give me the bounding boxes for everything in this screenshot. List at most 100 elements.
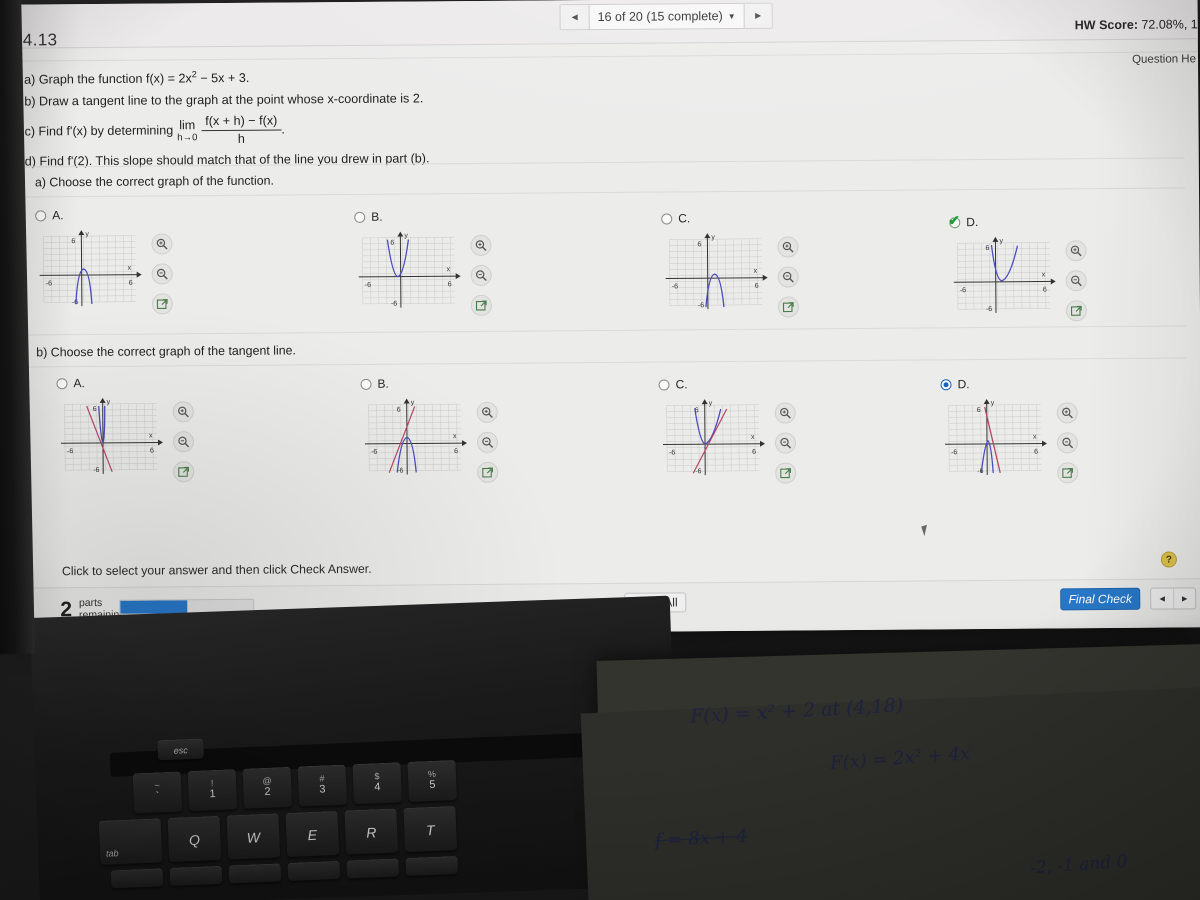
popout-icon[interactable] bbox=[173, 461, 195, 483]
zoom-out-icon[interactable] bbox=[470, 264, 492, 287]
question-nav-dropdown[interactable]: 16 of 20 (15 complete) ▼ bbox=[588, 3, 744, 30]
key-t[interactable]: T bbox=[403, 805, 458, 853]
part-a-option-D-letter: D. bbox=[966, 215, 979, 230]
part-a-option-A[interactable]: A. y x -6 6 6 -6 bbox=[35, 207, 173, 315]
key-caps[interactable] bbox=[110, 868, 164, 889]
part-b-option-D-head[interactable]: D. bbox=[940, 376, 1077, 391]
graph-part-b-B[interactable]: y x -6 6 6 -6 bbox=[361, 396, 470, 484]
part-a-option-A-head[interactable]: A. bbox=[35, 207, 172, 222]
key-e[interactable]: E bbox=[285, 810, 340, 858]
part-a-option-D-head[interactable]: ✔ D. bbox=[948, 212, 1086, 230]
graph-tools-part-b-D[interactable] bbox=[1056, 396, 1079, 484]
graph-svg-parabola-with-negative-tangent: y x -6 6 6 -6 bbox=[60, 397, 163, 474]
zoom-in-icon[interactable] bbox=[777, 236, 799, 258]
graph-tools-part-b-A[interactable] bbox=[172, 395, 195, 483]
graph-tools-part-a-B[interactable] bbox=[470, 229, 492, 317]
graph-tools-part-a-D[interactable] bbox=[1065, 234, 1088, 322]
prev-question-button[interactable]: ◄ bbox=[560, 5, 589, 30]
graph-part-a-C[interactable]: y x -6 6 6 -6 bbox=[661, 231, 770, 319]
zoom-in-icon[interactable] bbox=[1065, 240, 1087, 262]
problem-c-prefix: c) Find f'(x) by determining bbox=[24, 123, 174, 139]
question-nav-group[interactable]: ◄ 16 of 20 (15 complete) ▼ ► bbox=[559, 2, 773, 31]
zoom-out-icon[interactable] bbox=[151, 263, 173, 285]
popout-icon[interactable] bbox=[777, 296, 800, 318]
key-3[interactable]: # 3 bbox=[297, 764, 348, 807]
graph-part-a-A[interactable]: y x -6 6 6 -6 bbox=[35, 228, 144, 316]
zoom-in-icon[interactable] bbox=[476, 401, 498, 423]
graph-tools-part-b-C[interactable] bbox=[774, 396, 797, 484]
key-1[interactable]: ! 1 bbox=[187, 769, 238, 812]
radio-part-b-C[interactable] bbox=[658, 378, 670, 391]
popout-icon[interactable] bbox=[1065, 300, 1088, 322]
final-check-button[interactable]: Final Check bbox=[1060, 587, 1141, 611]
part-a-option-D[interactable]: ✔ D. y x -6 6 6 -6 bbox=[948, 212, 1088, 322]
key-4[interactable]: $ 4 bbox=[352, 762, 403, 805]
key-r[interactable]: R bbox=[344, 808, 399, 855]
graph-part-b-C[interactable]: y x -6 6 6 -6 bbox=[659, 397, 768, 485]
footer-next-button[interactable]: ► bbox=[1173, 588, 1196, 609]
question-help-button[interactable]: Question He bbox=[1132, 53, 1196, 66]
popout-icon[interactable] bbox=[470, 294, 492, 317]
part-a-option-C-head[interactable]: C. bbox=[661, 210, 798, 225]
keyboard-function-row[interactable]: esc bbox=[157, 738, 205, 761]
key-backtick[interactable]: ~ ` bbox=[132, 771, 183, 814]
radio-part-a-B[interactable] bbox=[354, 211, 366, 223]
graph-tools-part-a-A[interactable] bbox=[151, 227, 173, 315]
key-5[interactable]: % 5 bbox=[407, 759, 458, 802]
radio-part-b-B[interactable] bbox=[360, 378, 372, 390]
part-b-option-B[interactable]: B. y x -6 6 6 -6 bbox=[360, 376, 499, 484]
zoom-in-icon[interactable] bbox=[151, 233, 173, 255]
key-q[interactable]: Q bbox=[167, 815, 222, 862]
footer-nav-group[interactable]: ◄ ► bbox=[1150, 587, 1197, 610]
part-b-option-C-head[interactable]: C. bbox=[658, 376, 795, 391]
key-g[interactable] bbox=[405, 855, 459, 877]
key-esc[interactable]: esc bbox=[157, 738, 205, 761]
part-b-option-A[interactable]: A. y x -6 6 6 -6 bbox=[56, 375, 195, 483]
zoom-out-icon[interactable] bbox=[774, 432, 797, 454]
radio-part-b-D[interactable] bbox=[940, 378, 952, 390]
radio-part-a-C[interactable] bbox=[661, 212, 673, 225]
part-a-option-B-head[interactable]: B. bbox=[354, 209, 491, 224]
key-f[interactable] bbox=[346, 858, 400, 879]
radio-part-a-D[interactable]: ✔ bbox=[948, 212, 961, 228]
part-a-option-B[interactable]: B. y x -6 6 6 -6 bbox=[354, 209, 492, 317]
zoom-out-icon[interactable] bbox=[476, 431, 499, 453]
svg-text:-6: -6 bbox=[986, 306, 992, 313]
graph-part-a-B[interactable]: y x -6 6 6 -6 bbox=[354, 229, 463, 317]
svg-text:-6: -6 bbox=[977, 468, 983, 475]
zoom-out-icon[interactable] bbox=[1065, 270, 1087, 292]
zoom-out-icon[interactable] bbox=[1056, 432, 1079, 454]
zoom-out-icon[interactable] bbox=[777, 266, 799, 288]
popout-icon[interactable] bbox=[1057, 462, 1079, 484]
key-tab[interactable]: tab bbox=[98, 818, 163, 865]
radio-part-b-A[interactable] bbox=[56, 377, 68, 389]
part-a-option-C[interactable]: C. y x -6 6 6 -6 bbox=[661, 210, 800, 319]
graph-part-a-D[interactable]: y x -6 6 6 -6 bbox=[949, 234, 1058, 322]
part-b-option-D[interactable]: D. y x -6 6 6 -6 bbox=[940, 376, 1079, 484]
help-badge-icon[interactable]: ? bbox=[1160, 551, 1177, 568]
graph-tools-part-b-B[interactable] bbox=[476, 396, 499, 483]
zoom-out-icon[interactable] bbox=[172, 431, 195, 453]
key-2[interactable]: @ 2 bbox=[242, 766, 293, 809]
zoom-in-icon[interactable] bbox=[1056, 402, 1078, 424]
popout-icon[interactable] bbox=[151, 293, 173, 315]
key-s[interactable] bbox=[228, 863, 282, 884]
next-question-button[interactable]: ► bbox=[743, 3, 772, 28]
part-b-option-B-head[interactable]: B. bbox=[360, 376, 497, 391]
svg-text:y: y bbox=[107, 399, 111, 406]
popout-icon[interactable] bbox=[775, 462, 797, 484]
part-b-option-C[interactable]: C. y x -6 6 6 -6 bbox=[658, 376, 797, 485]
popout-icon[interactable] bbox=[477, 461, 499, 483]
key-a[interactable] bbox=[169, 865, 223, 886]
radio-part-a-A[interactable] bbox=[35, 209, 47, 221]
zoom-in-icon[interactable] bbox=[470, 234, 492, 257]
part-b-option-A-head[interactable]: A. bbox=[56, 375, 193, 390]
graph-part-b-A[interactable]: y x -6 6 6 -6 bbox=[57, 395, 166, 483]
graph-part-b-D[interactable]: y x -6 6 6 -6 bbox=[941, 396, 1050, 484]
footer-prev-button[interactable]: ◄ bbox=[1151, 589, 1173, 609]
key-d[interactable] bbox=[287, 860, 341, 882]
key-w[interactable]: W bbox=[226, 813, 281, 860]
graph-tools-part-a-C[interactable] bbox=[777, 230, 800, 318]
zoom-in-icon[interactable] bbox=[774, 402, 796, 424]
zoom-in-icon[interactable] bbox=[172, 401, 194, 423]
